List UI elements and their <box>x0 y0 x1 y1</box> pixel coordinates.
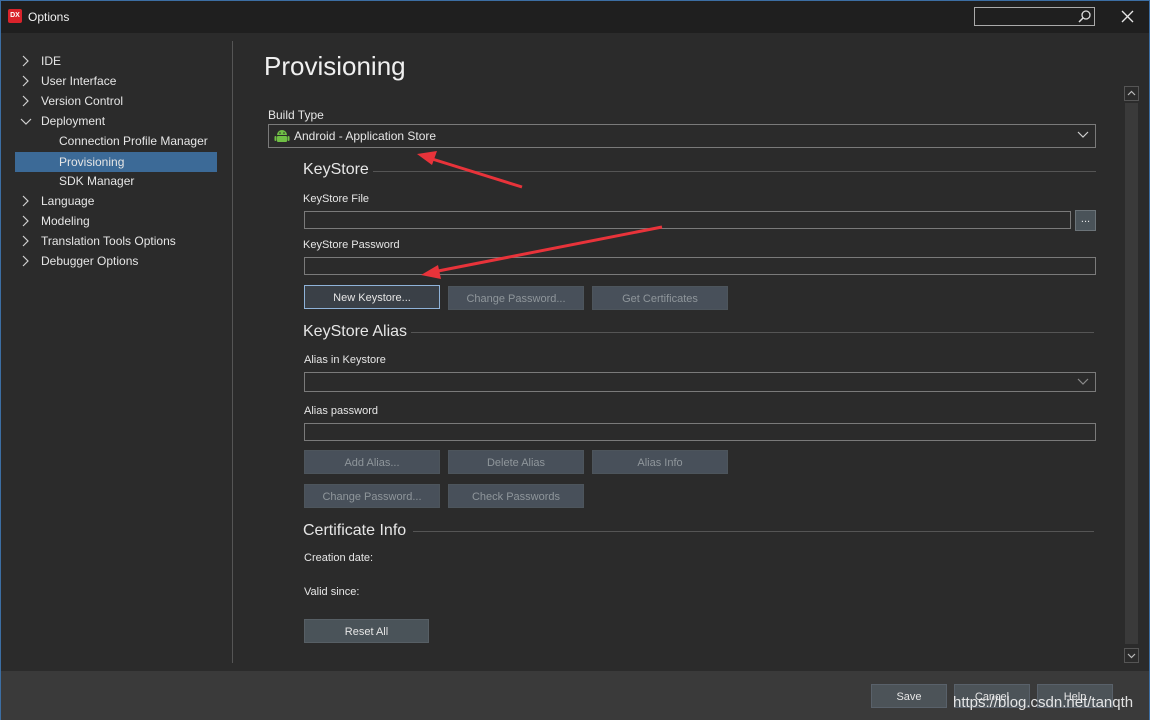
tree-item-label: Debugger Options <box>41 254 139 268</box>
delphi-logo-icon: DX <box>8 9 22 23</box>
close-button[interactable] <box>1113 5 1143 29</box>
title-bar: DX Options <box>1 1 1149 33</box>
scroll-down-button[interactable] <box>1124 648 1139 663</box>
panel-divider <box>232 41 233 663</box>
tree-item-language[interactable]: Language <box>19 191 217 211</box>
tree-item-label: User Interface <box>41 74 117 88</box>
chevron-down-icon <box>1077 378 1089 385</box>
chevron-right-icon <box>22 95 29 107</box>
chevron-right-icon <box>22 55 29 67</box>
keystore-file-input[interactable] <box>304 211 1071 229</box>
tree-item-debugger-options[interactable]: Debugger Options <box>19 251 217 271</box>
keystore-password-label: KeyStore Password <box>303 239 400 251</box>
tree-item-label: Modeling <box>41 214 90 228</box>
valid-since-label: Valid since: <box>304 586 360 598</box>
alias-password-label: Alias password <box>304 405 378 417</box>
reset-all-button[interactable]: Reset All <box>304 619 429 643</box>
close-icon <box>1121 10 1134 23</box>
build-type-value: Android - Application Store <box>294 129 437 143</box>
change-keystore-password-button[interactable]: Change Password... <box>448 286 584 310</box>
tree-item-modeling[interactable]: Modeling <box>19 211 217 231</box>
tree-item-connection-profile-manager[interactable]: Connection Profile Manager <box>15 131 217 151</box>
chevron-down-icon <box>1127 653 1136 659</box>
chevron-right-icon <box>22 215 29 227</box>
certificate-info-section-title: Certificate Info <box>303 522 407 539</box>
keystore-password-input[interactable] <box>304 257 1096 275</box>
options-window: DX Options IDE User Interface Version Co… <box>0 0 1150 720</box>
search-icon <box>1078 10 1091 23</box>
creation-date-label: Creation date: <box>304 552 374 564</box>
alias-in-keystore-select[interactable] <box>304 372 1096 392</box>
keystore-file-label: KeyStore File <box>303 193 370 205</box>
page-title: Provisioning <box>264 51 406 81</box>
android-icon <box>274 130 290 142</box>
tree-item-deployment[interactable]: Deployment <box>19 111 217 131</box>
chevron-right-icon <box>22 195 29 207</box>
vertical-scrollbar[interactable] <box>1123 85 1140 664</box>
chevron-down-icon <box>20 118 32 125</box>
options-search-input[interactable] <box>974 7 1095 26</box>
scroll-up-button[interactable] <box>1124 86 1139 101</box>
alias-in-keystore-label: Alias in Keystore <box>304 354 386 366</box>
check-passwords-button[interactable]: Check Passwords <box>448 484 584 508</box>
tree-item-label: Version Control <box>41 94 124 108</box>
tree-item-user-interface[interactable]: User Interface <box>19 71 217 91</box>
tree-item-label: Translation Tools Options <box>41 234 176 248</box>
keystore-section-title: KeyStore <box>303 161 369 178</box>
watermark-text: https://blog.csdn.net/tanqth <box>953 694 1134 711</box>
get-certificates-button[interactable]: Get Certificates <box>592 286 728 310</box>
scroll-track[interactable] <box>1125 103 1138 644</box>
add-alias-button[interactable]: Add Alias... <box>304 450 440 474</box>
change-alias-password-button[interactable]: Change Password... <box>304 484 440 508</box>
keystore-alias-section-title: KeyStore Alias <box>303 323 408 340</box>
tree-item-label: Connection Profile Manager <box>59 134 208 148</box>
annotation-arrow-build-type <box>417 151 523 189</box>
section-divider <box>373 171 1096 172</box>
chevron-up-icon <box>1127 90 1136 96</box>
section-divider <box>413 531 1094 532</box>
chevron-down-icon <box>1077 131 1089 138</box>
tree-item-ide[interactable]: IDE <box>19 51 217 71</box>
section-divider <box>411 332 1094 333</box>
browse-keystore-button[interactable]: ... <box>1075 210 1096 231</box>
alias-password-input[interactable] <box>304 423 1096 441</box>
tree-item-label: IDE <box>41 54 62 68</box>
alias-info-button[interactable]: Alias Info <box>592 450 728 474</box>
chevron-right-icon <box>22 255 29 267</box>
delete-alias-button[interactable]: Delete Alias <box>448 450 584 474</box>
chevron-right-icon <box>22 75 29 87</box>
chevron-right-icon <box>22 235 29 247</box>
tree-item-label: Language <box>41 194 95 208</box>
build-type-label: Build Type <box>268 108 324 122</box>
tree-item-label: Provisioning <box>59 155 125 169</box>
tree-item-sdk-manager[interactable]: SDK Manager <box>15 171 217 191</box>
tree-item-label: SDK Manager <box>59 174 135 188</box>
tree-item-label: Deployment <box>41 114 106 128</box>
tree-item-provisioning[interactable]: Provisioning <box>15 152 217 172</box>
window-title: Options <box>28 10 70 24</box>
build-type-select[interactable]: Android - Application Store <box>268 124 1096 148</box>
save-button[interactable]: Save <box>871 684 947 708</box>
tree-item-version-control[interactable]: Version Control <box>19 91 217 111</box>
new-keystore-button[interactable]: New Keystore... <box>304 285 440 309</box>
tree-item-translation-tools-options[interactable]: Translation Tools Options <box>19 231 217 251</box>
